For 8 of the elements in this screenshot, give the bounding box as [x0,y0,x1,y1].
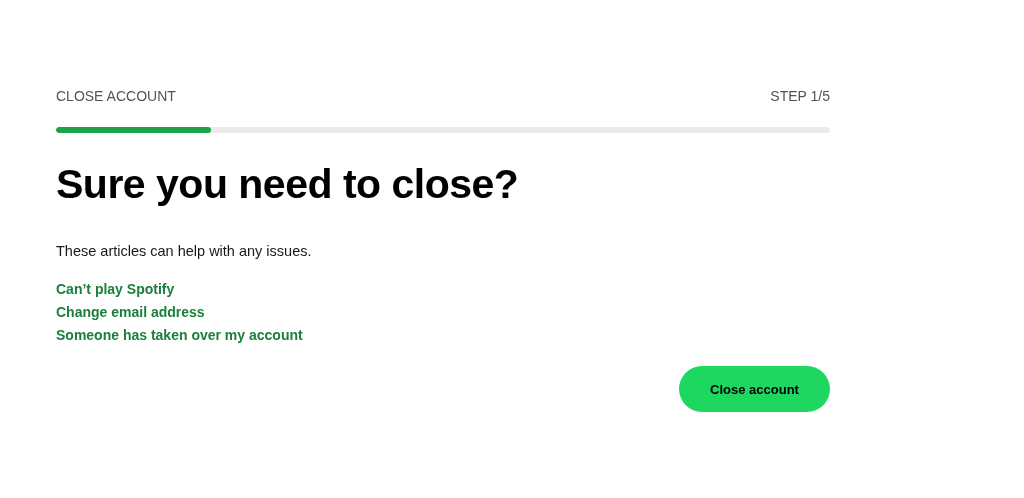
step-counter: STEP 1/5 [770,88,830,104]
page-title: CLOSE ACCOUNT [56,88,176,104]
help-link[interactable]: Can’t play Spotify [56,279,175,299]
intro-text: These articles can help with any issues. [56,242,313,261]
help-link[interactable]: Change email address [56,302,205,322]
help-link[interactable]: Someone has taken over my account [56,325,303,345]
close-account-button[interactable]: Close account [679,366,830,412]
heading: Sure you need to close? [56,160,520,209]
